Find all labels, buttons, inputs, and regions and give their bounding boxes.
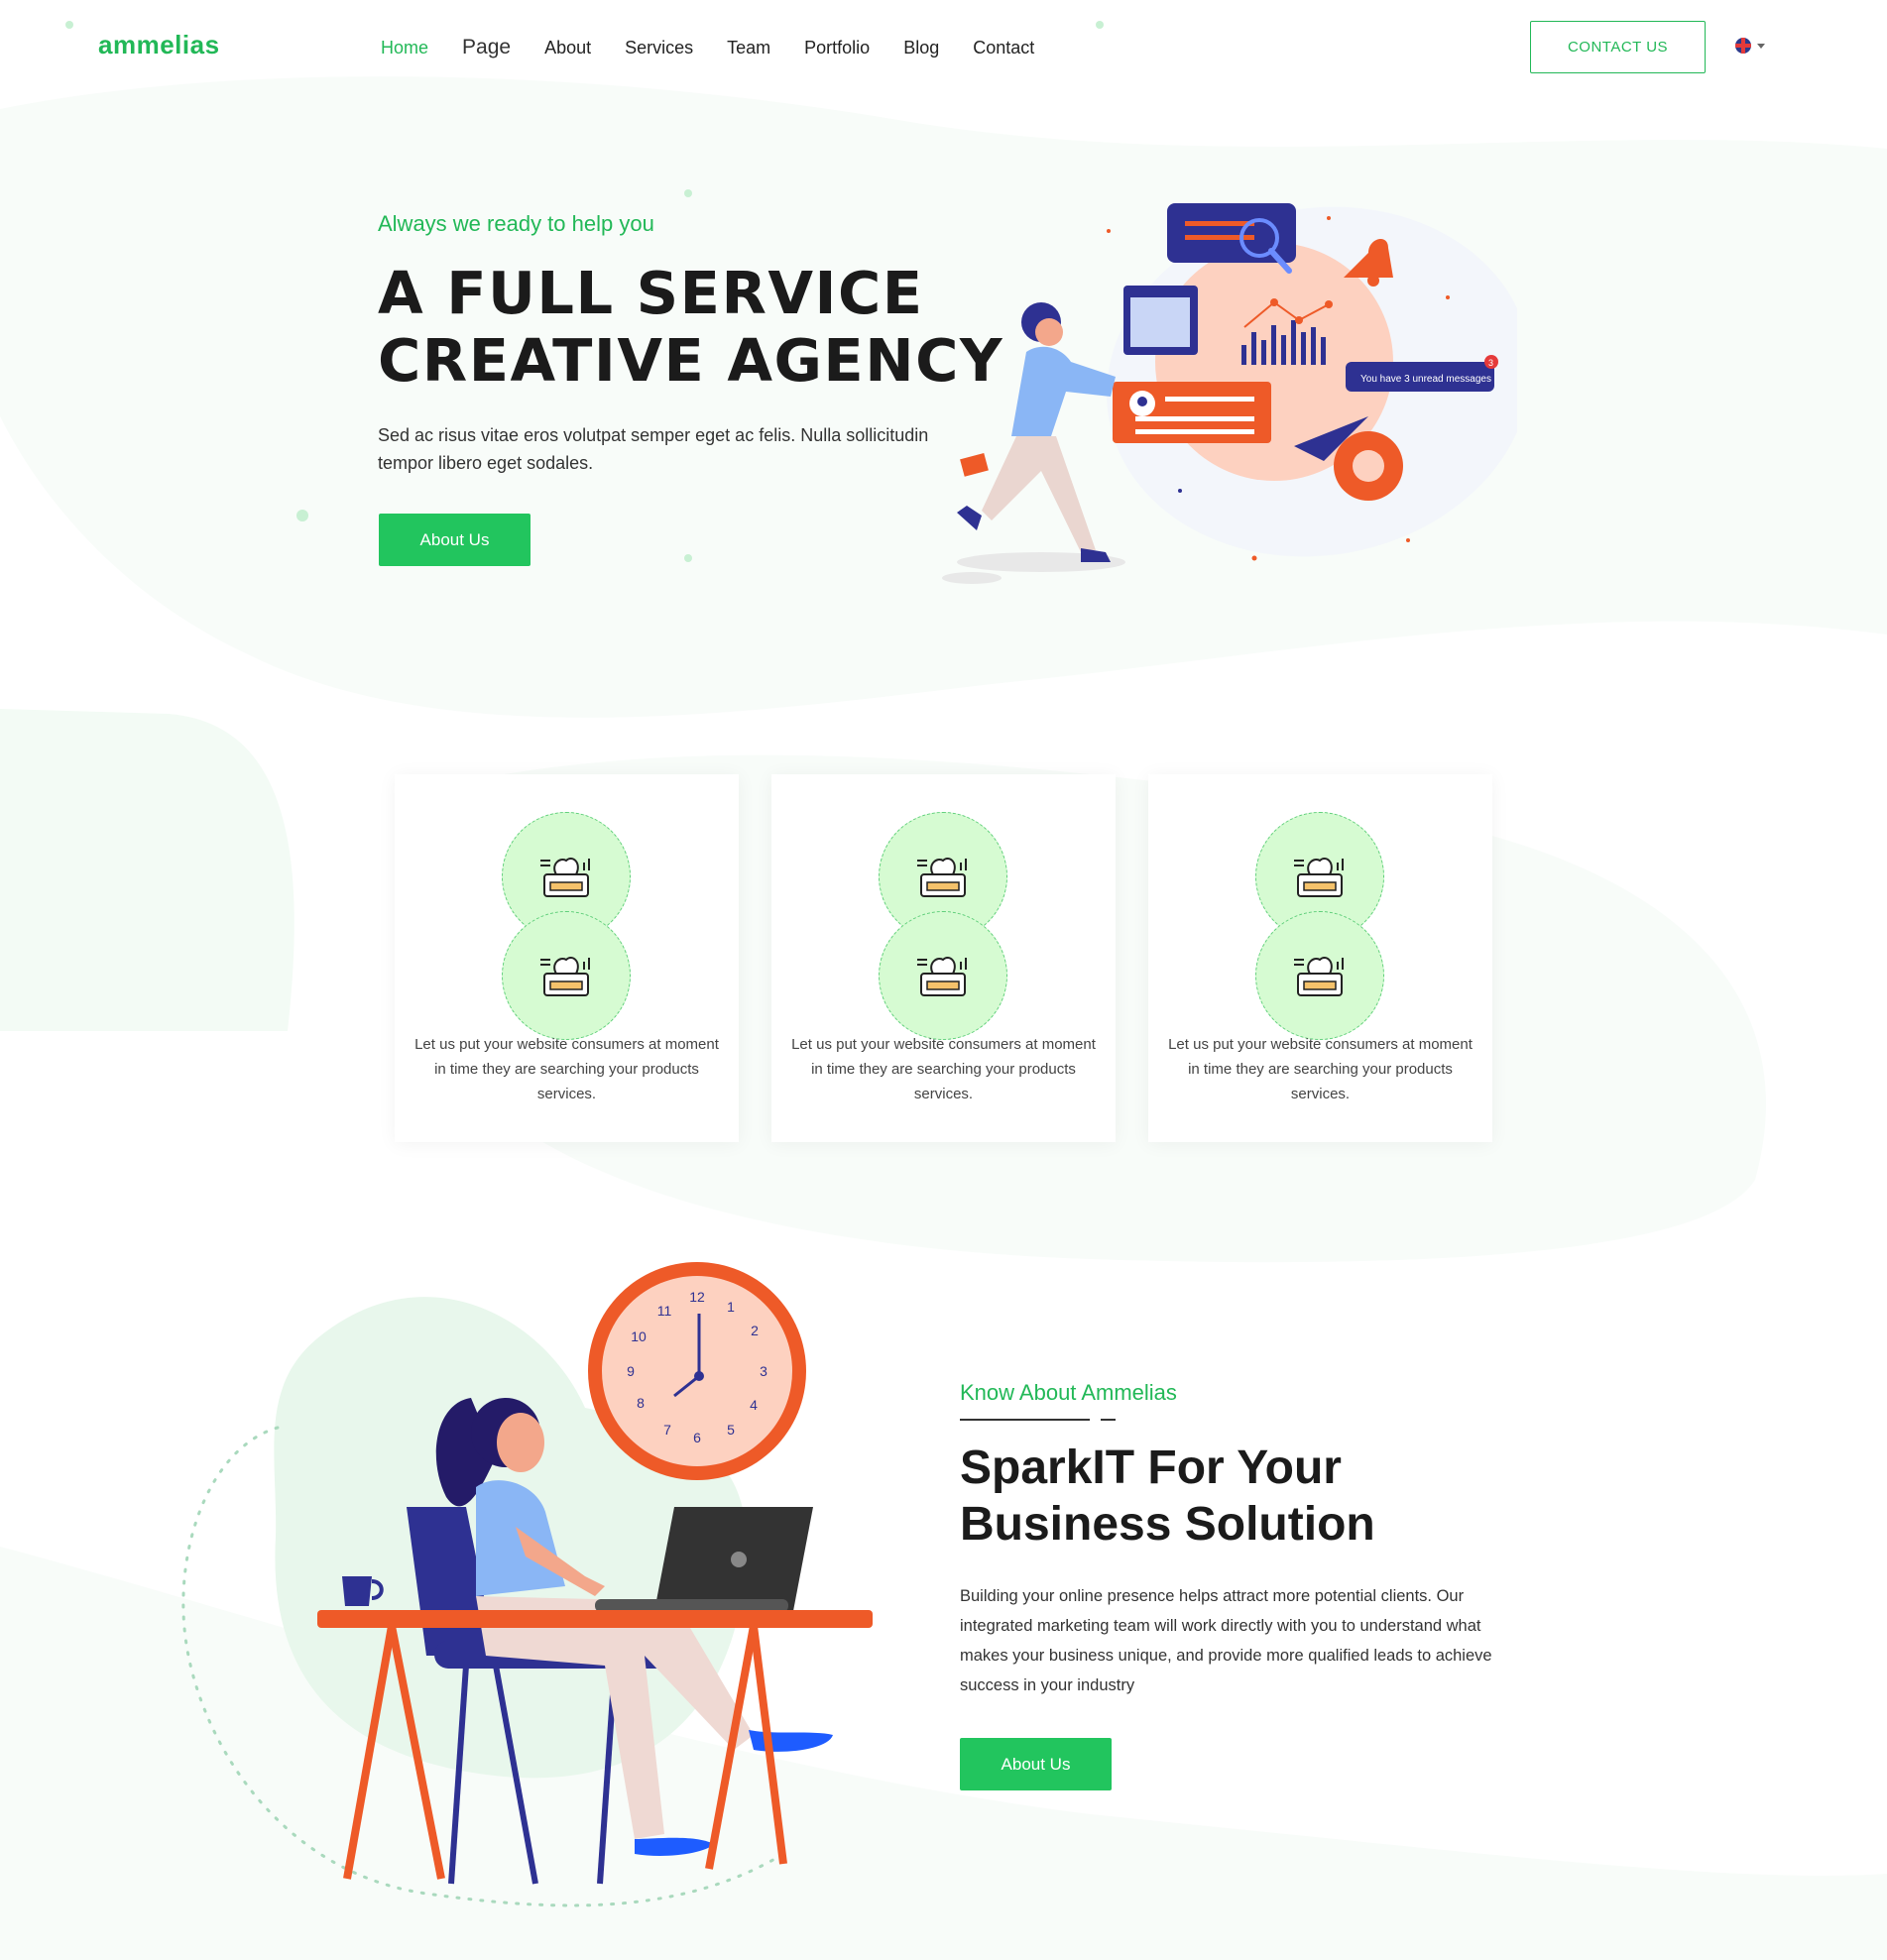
card-icon-circle — [502, 911, 631, 1040]
clock-number: 7 — [663, 1422, 671, 1438]
language-selector[interactable] — [1735, 38, 1765, 54]
about-illustration: 12 1 2 3 4 5 6 7 8 9 10 11 — [181, 1262, 873, 1907]
nav-home[interactable]: Home — [381, 30, 428, 65]
nav-about[interactable]: About — [544, 30, 591, 65]
hero-description: Sed ac risus vitae eros volutpat semper … — [378, 425, 929, 473]
clock-number: 10 — [631, 1328, 647, 1344]
service-card[interactable]: Let us put your website consumers at mom… — [771, 774, 1116, 1142]
clock-number: 5 — [727, 1422, 735, 1438]
about-title: SparkIT For Your Business Solution — [960, 1440, 1375, 1553]
robot-brain-icon — [540, 956, 590, 996]
clock-number: 1 — [727, 1299, 735, 1315]
site-logo[interactable]: ammelias — [98, 30, 220, 60]
clock-number: 12 — [689, 1289, 705, 1305]
clock-number: 11 — [657, 1303, 672, 1319]
clock-number: 2 — [751, 1323, 759, 1338]
about-title-line2: Business Solution — [960, 1498, 1375, 1551]
nav-services[interactable]: Services — [625, 30, 693, 65]
hero-about-us-button[interactable]: About Us — [379, 514, 531, 566]
chevron-down-icon — [1757, 43, 1765, 49]
nav-page[interactable]: Page — [462, 30, 511, 65]
contact-us-button[interactable]: CONTACT US — [1530, 21, 1706, 73]
card-text: Let us put your website consumers at mom… — [1168, 1036, 1473, 1102]
robot-brain-icon — [917, 857, 967, 897]
clock-number: 4 — [750, 1397, 758, 1413]
about-underline-dash — [1101, 1419, 1116, 1421]
uk-flag-icon — [1735, 38, 1751, 54]
robot-brain-icon — [1294, 956, 1344, 996]
hero-title-line2: CREATIVE AGENCY — [378, 326, 1004, 395]
card-text: Let us put your website consumers at mom… — [791, 1036, 1096, 1102]
about-tagline: Know About Ammelias — [960, 1380, 1177, 1405]
service-card[interactable]: Let us put your website consumers at mom… — [1148, 774, 1492, 1142]
card-icon-circle — [879, 911, 1007, 1040]
nav-contact[interactable]: Contact — [973, 30, 1034, 65]
clock-number: 3 — [760, 1363, 767, 1379]
hero-title: A FULL SERVICE CREATIVE AGENCY — [378, 260, 1003, 395]
hero-tagline: Always we ready to help you — [378, 211, 654, 236]
card-text: Let us put your website consumers at mom… — [414, 1036, 719, 1102]
notification-count: 3 — [1488, 358, 1493, 368]
nav-team[interactable]: Team — [727, 30, 770, 65]
logo-text: ammelias — [98, 30, 220, 59]
notification-text: You have 3 unread messages — [1360, 374, 1491, 385]
hero-title-line1: A FULL SERVICE — [378, 259, 924, 327]
about-title-line1: SparkIT For Your — [960, 1441, 1342, 1494]
main-nav: Home Page About Services Team Portfolio … — [381, 30, 1068, 65]
robot-brain-icon — [917, 956, 967, 996]
hero-illustration: You have 3 unread messages 3 — [942, 203, 1517, 584]
robot-brain-icon — [1294, 857, 1344, 897]
clock-number: 6 — [693, 1430, 701, 1445]
about-underline — [960, 1419, 1090, 1421]
clock-number: 8 — [637, 1395, 645, 1411]
clock-number: 9 — [627, 1363, 635, 1379]
card-icon-circle — [1255, 911, 1384, 1040]
robot-brain-icon — [540, 857, 590, 897]
nav-blog[interactable]: Blog — [903, 30, 939, 65]
about-about-us-button[interactable]: About Us — [960, 1738, 1112, 1790]
nav-portfolio[interactable]: Portfolio — [804, 30, 870, 65]
service-card[interactable]: Let us put your website consumers at mom… — [395, 774, 739, 1142]
about-description: Building your online presence helps attr… — [960, 1587, 1492, 1694]
